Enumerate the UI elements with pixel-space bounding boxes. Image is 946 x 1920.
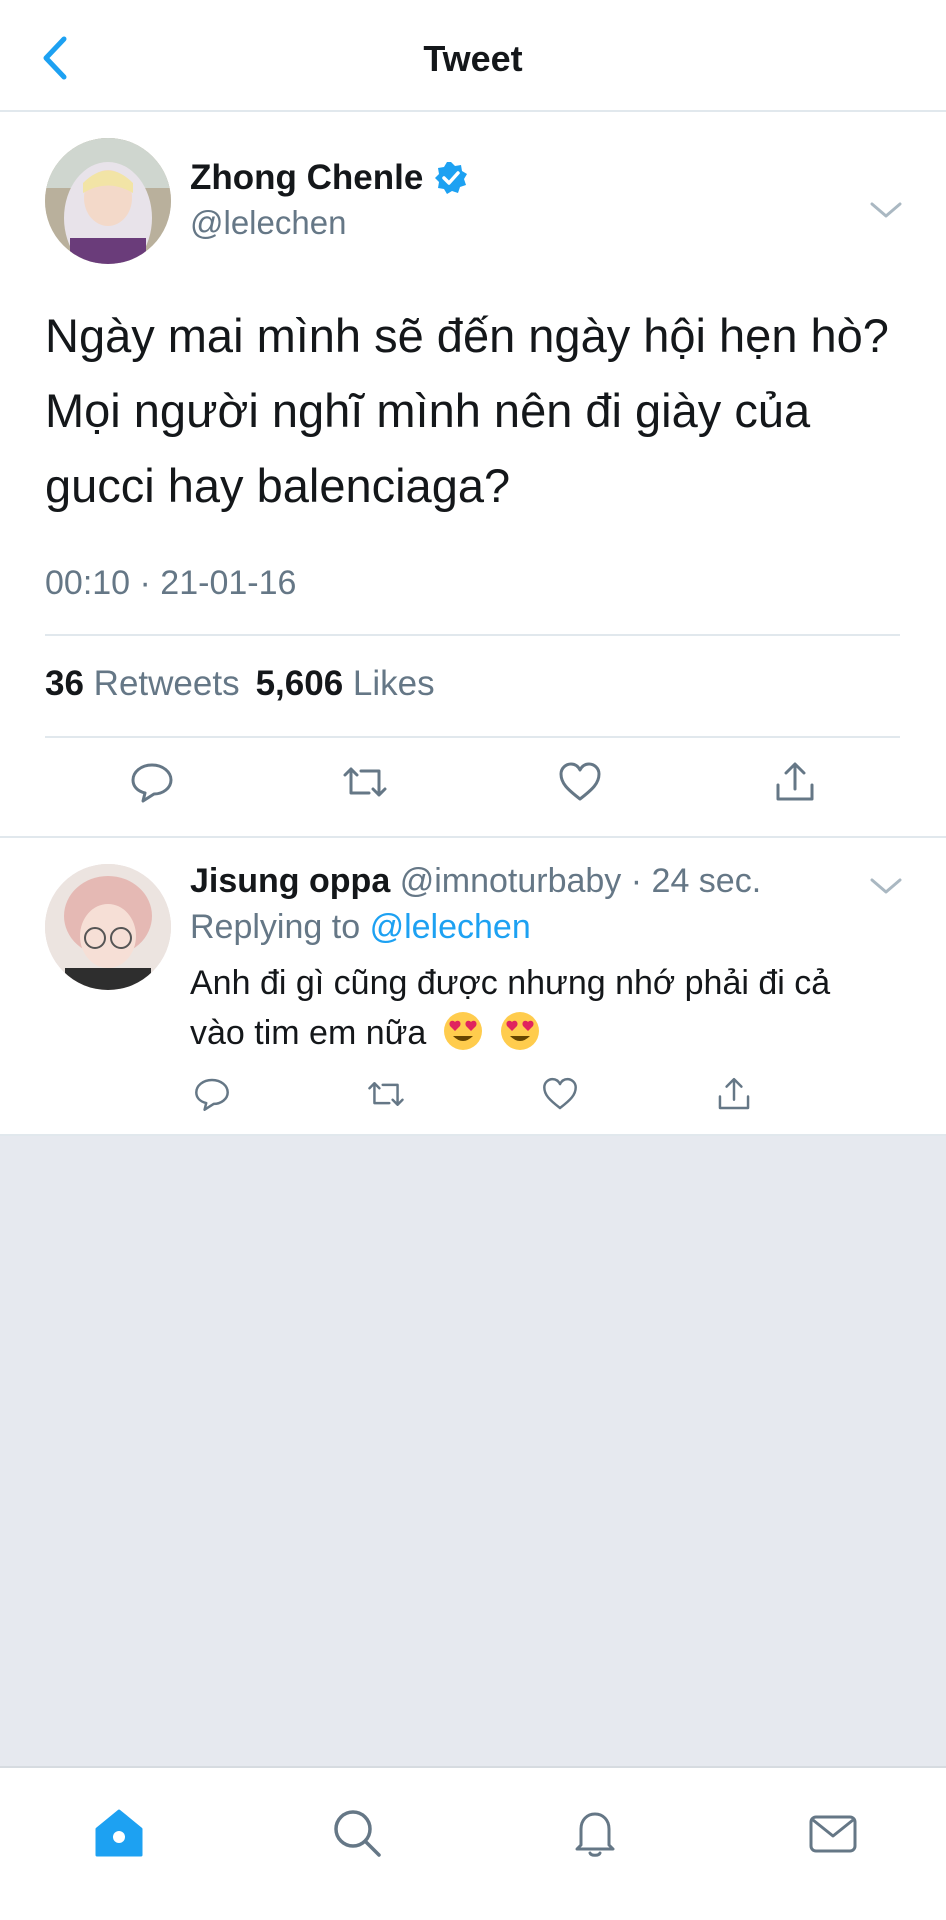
replying-prefix: Replying to (190, 908, 361, 946)
divider (45, 736, 900, 738)
avatar[interactable] (45, 864, 171, 990)
reply-header: Jisung oppa @imnoturbaby · 24 sec. (190, 862, 761, 901)
messages-icon (809, 1815, 857, 1853)
reply-icon (131, 763, 173, 803)
retweet-button[interactable] (335, 752, 395, 812)
tweet-text: Ngày mai mình sẽ đến ngày hội hẹn hò? Mọ… (45, 309, 889, 512)
reply-tweet[interactable]: Jisung oppa @imnoturbaby · 24 sec. Reply… (0, 838, 946, 1136)
verified-badge-icon (435, 162, 468, 194)
empty-content-area (0, 1136, 946, 1766)
likes-label: Likes (352, 664, 435, 703)
tweet-options-button[interactable] (868, 192, 904, 228)
reply-time: · 24 sec. (630, 862, 762, 900)
reply-text: Anh đi gì cũng được nhưng nhớ phải đi cả… (190, 958, 890, 1058)
tab-messages[interactable] (798, 1798, 868, 1868)
tab-home[interactable] (84, 1798, 154, 1868)
reply-options-button[interactable] (868, 868, 904, 904)
tab-notifications[interactable] (560, 1798, 630, 1868)
tweet-stats: 36 Retweets 5,606 Likes (45, 664, 451, 704)
search-icon (334, 1810, 381, 1857)
author-name[interactable]: Zhong Chenle (190, 158, 469, 198)
bottom-tab-bar (0, 1766, 946, 1920)
share-button[interactable] (704, 1064, 764, 1124)
like-button[interactable] (550, 752, 610, 812)
reply-icon (195, 1078, 229, 1111)
tweet-actions (0, 752, 946, 832)
tab-search[interactable] (322, 1798, 392, 1868)
share-button[interactable] (765, 752, 825, 812)
heart-icon (559, 762, 601, 801)
retweets-stat[interactable]: 36 Retweets (45, 664, 240, 704)
replying-to: Replying to @lelechen (190, 908, 531, 947)
retweets-count: 36 (45, 664, 84, 703)
main-tweet: Zhong Chenle @lelechen Ngày mai mình sẽ … (0, 112, 946, 836)
reply-author-name[interactable]: Jisung oppa (190, 862, 390, 900)
replying-mention-link[interactable]: @lelechen (370, 908, 531, 946)
likes-stat[interactable]: 5,606 Likes (256, 664, 435, 704)
avatar-image (45, 864, 171, 990)
heart-eyes-emoji-icon (501, 1012, 540, 1050)
chevron-down-icon (870, 878, 902, 894)
top-bar: Tweet (0, 0, 946, 112)
avatar[interactable] (45, 138, 171, 264)
likes-count: 5,606 (255, 664, 344, 703)
retweet-icon (368, 1082, 404, 1106)
avatar-image (45, 138, 171, 264)
divider (45, 634, 900, 636)
heart-icon (543, 1077, 577, 1110)
retweet-icon (343, 767, 387, 797)
share-icon (776, 762, 814, 801)
share-icon (718, 1077, 750, 1110)
page-title: Tweet (423, 38, 523, 79)
author-handle[interactable]: @lelechen (190, 204, 346, 242)
author-name-text: Zhong Chenle (190, 158, 424, 197)
retweets-label: Retweets (93, 664, 240, 703)
tweet-timestamp: 00:10 · 21-01-16 (45, 564, 297, 602)
reply-author-handle[interactable]: @imnoturbaby (400, 862, 622, 900)
reply-button[interactable] (182, 1064, 242, 1124)
reply-actions (0, 1064, 946, 1124)
notifications-icon (575, 1812, 615, 1857)
chevron-down-icon (870, 202, 902, 218)
reply-button[interactable] (122, 752, 182, 812)
heart-eyes-emoji-icon (443, 1012, 482, 1050)
home-icon (95, 1809, 143, 1857)
like-button[interactable] (530, 1064, 590, 1124)
retweet-button[interactable] (356, 1064, 416, 1124)
